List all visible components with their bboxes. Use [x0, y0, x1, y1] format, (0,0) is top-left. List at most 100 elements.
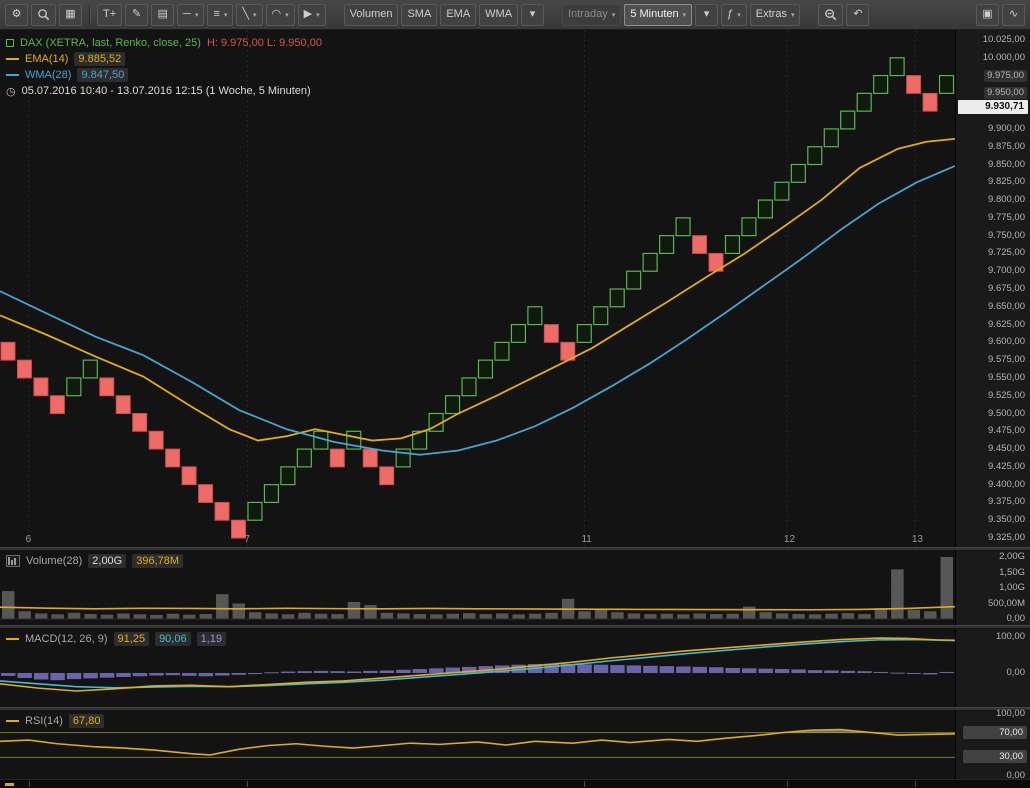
zoom-out-button[interactable] [818, 3, 844, 26]
arc-tool-button-arrow[interactable]: ▾ [285, 11, 289, 19]
ema-label: EMA(14) [25, 53, 69, 65]
price-tick: 9.325,00 [988, 532, 1025, 543]
wma-button[interactable]: WMA [479, 3, 519, 26]
time-axis-tick [584, 781, 586, 787]
pointer-tool-button[interactable]: ▶ ▾ [297, 3, 326, 26]
ema-line-swatch [6, 58, 19, 60]
macd-axis[interactable]: 100,00 0,00 [955, 629, 1030, 707]
rsi-plot-area[interactable]: RSI(14) 67,80 [0, 711, 955, 779]
price-plot-area[interactable]: DAX (XETRA, last, Renko, close, 25) H: 9… [0, 30, 955, 547]
parallel-lines-tool-button-arrow[interactable]: ▾ [224, 11, 228, 19]
price-tick: 10.000,00 [982, 51, 1025, 63]
panels-grid-icon-button[interactable]: ▦ [59, 3, 82, 26]
fibonacci-tool-button[interactable]: ▤ [151, 3, 175, 26]
rsi-level-badge: 70,00 [963, 725, 1027, 739]
line-chart-icon-button[interactable]: ∿ [1002, 3, 1025, 26]
ema-button[interactable]: EMA [440, 3, 477, 26]
extras-dropdown[interactable]: Extras ▾ [749, 3, 801, 26]
extras-dropdown-arrow[interactable]: ▾ [791, 11, 795, 19]
time-axis-tick [914, 781, 916, 787]
horizontal-line-tool-button-arrow[interactable]: ▾ [195, 11, 199, 19]
strategy-tool-button-arrow[interactable]: ▾ [737, 11, 741, 19]
macd-value: 91,25 [113, 632, 150, 646]
trendline-tool-button[interactable]: ✎ [125, 3, 149, 26]
price-tick: 9.425,00 [988, 460, 1025, 472]
price-tick: 9.750,00 [988, 229, 1025, 241]
macd-title: MACD(12, 26, 9) [25, 633, 108, 645]
last-price-badge: 9.930,71 [958, 100, 1028, 115]
rsi-title: RSI(14) [25, 715, 63, 727]
volumen-button[interactable]: Volumen [343, 3, 399, 26]
main-toolbar: ⚙ ▦ T+ ✎ ▤ ─ ▾ ≡ ▾ ╲ ▾ ◠ ▾ ▶ ▾ Volumen SMA EMA WMA ▾ Intrada… [0, 0, 1030, 30]
timeframe-list-dropdown[interactable]: ▾ [695, 3, 719, 26]
rsi-level-badge: 30,00 [963, 750, 1027, 764]
rsi-tick: 100,00 [995, 708, 1025, 719]
renko-chart[interactable] [0, 30, 955, 547]
price-tick: 9.400,00 [988, 478, 1025, 490]
timeframe-dropdown[interactable]: 5 Minuten ▾ [624, 3, 693, 26]
time-axis-tick [28, 781, 30, 787]
volume-plot-area[interactable]: Volume(28) 2,00G 396,78M [0, 551, 955, 625]
macd-line-swatch [6, 638, 19, 640]
price-tick: 9.775,00 [988, 211, 1025, 223]
macd-histogram-value: 1,19 [196, 632, 227, 646]
price-tick: 9.975,00 [984, 69, 1027, 82]
volume-axis[interactable]: 2,00G 1,50G 1,00G 500,00M 0,00 [955, 551, 1030, 625]
macd-tick: 0,00 [1006, 667, 1026, 678]
volume-average-value: 396,78M [132, 554, 184, 568]
high-low-label: H: 9.975,00 L: 9.950,00 [206, 37, 322, 49]
date-label: 13 [911, 534, 923, 545]
undo-button[interactable]: ↶ [846, 3, 870, 26]
arc-tool-button[interactable]: ◠ ▾ [265, 3, 295, 26]
date-label: 7 [244, 534, 250, 545]
date-label: 12 [783, 534, 796, 545]
price-axis[interactable]: 10.025,0010.000,009.975,009.950,009.925,… [955, 30, 1030, 547]
freehand-tool-button[interactable]: ╲ ▾ [236, 3, 263, 26]
volume-legend-icon [6, 555, 20, 567]
macd-plot-area[interactable]: MACD(12, 26, 9) 91,25 90,06 1,19 [0, 629, 955, 707]
rsi-axis[interactable]: 100,00 0,00 70,00 30,00 [955, 708, 1030, 781]
timeframe-dropdown-arrow[interactable]: ▾ [683, 11, 687, 19]
price-tick: 9.600,00 [988, 336, 1025, 348]
price-tick: 9.575,00 [988, 354, 1025, 366]
price-tick: 10.025,00 [982, 34, 1025, 45]
add-indicator-dropdown[interactable]: ▾ [521, 3, 545, 26]
pointer-tool-button-arrow[interactable]: ▾ [316, 11, 320, 19]
price-tick: 9.675,00 [988, 283, 1025, 294]
rsi-panel: RSI(14) 67,80 100,00 0,00 70,00 30,00 [0, 708, 1030, 781]
date-range-label: 05.07.2016 10:40 - 13.07.2016 12:15 (1 W… [21, 85, 311, 97]
settings-icon-button[interactable]: ⚙ [5, 3, 28, 26]
parallel-lines-tool-button[interactable]: ≡ ▾ [207, 3, 234, 26]
sma-button[interactable]: SMA [401, 3, 438, 26]
freehand-tool-button-arrow[interactable]: ▾ [253, 11, 257, 19]
intraday-dropdown[interactable]: Intraday ▾ [562, 3, 622, 26]
horizontal-line-tool-button[interactable]: ─ ▾ [177, 3, 205, 26]
price-tick: 9.875,00 [988, 140, 1025, 152]
price-tick: 9.800,00 [988, 194, 1025, 206]
volume-tick: 1,50G [999, 566, 1025, 578]
volume-panel: Volume(28) 2,00G 396,78M 2,00G 1,50G 1,00G… [0, 551, 1030, 625]
dax-series-swatch [6, 39, 14, 47]
price-tick: 9.375,00 [988, 496, 1025, 508]
price-tick: 9.525,00 [988, 389, 1025, 401]
text-tool-button[interactable]: T+ [97, 3, 123, 26]
clock-icon: ◷ [6, 85, 16, 98]
rsi-value: 67,80 [68, 714, 105, 728]
time-axis[interactable] [0, 779, 1030, 788]
volume-last-value: 2,00G [88, 554, 127, 568]
wma-line-swatch [6, 74, 19, 76]
strategy-tool-button[interactable]: ƒ ▾ [721, 3, 747, 26]
wma-value: 9.847,50 [77, 68, 129, 82]
volume-tick: 500,00M [988, 597, 1025, 609]
rsi-chart[interactable] [0, 711, 955, 779]
price-tick: 9.550,00 [988, 371, 1025, 383]
volume-tick: 0,00 [1006, 613, 1026, 624]
rsi-line-swatch [6, 720, 19, 722]
workspace-layout-icon-button[interactable]: ▣ [976, 3, 999, 26]
price-tick: 9.950,00 [984, 87, 1027, 100]
search-icon-button[interactable] [31, 3, 56, 26]
time-axis-tick [247, 781, 249, 787]
wma-label: WMA(28) [25, 69, 72, 81]
intraday-dropdown-arrow[interactable]: ▾ [612, 11, 616, 19]
macd-signal-value: 90,06 [155, 632, 191, 646]
